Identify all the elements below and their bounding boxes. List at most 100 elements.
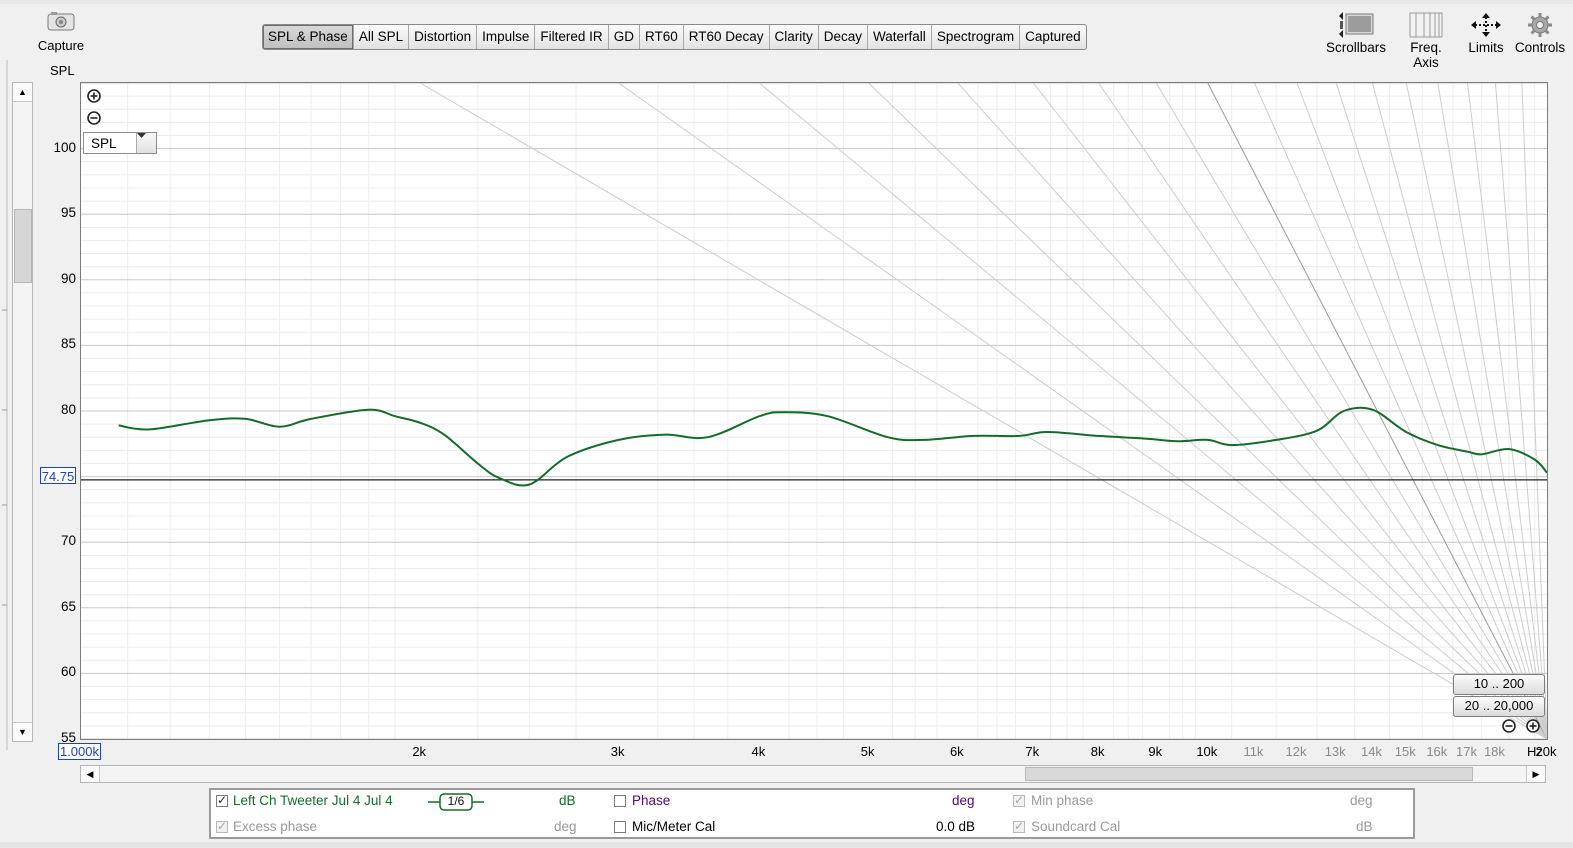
tab-spl-phase[interactable]: SPL & Phase (263, 25, 354, 49)
gear-icon (1514, 10, 1566, 40)
tab-impulse[interactable]: Impulse (477, 25, 536, 49)
tab-spectrogram[interactable]: Spectrogram (932, 25, 1021, 49)
scrollbars-icon (1326, 10, 1386, 40)
excess-phase-unit: deg (554, 819, 577, 834)
scroll-up-arrow-icon[interactable]: ▲ (13, 83, 32, 102)
x-tick-label: 4k (751, 744, 766, 759)
x-tick-label: 8k (1090, 744, 1105, 759)
zoom-in-icon[interactable] (87, 89, 101, 103)
camera-icon (46, 10, 76, 32)
y-tick-label: 70 (60, 533, 76, 549)
x-tick-label: 9k (1148, 744, 1163, 759)
cursor-spl-readout: 74.75 (40, 467, 76, 484)
mic-cal-checkbox[interactable] (614, 821, 626, 833)
y-tick-label: 60 (60, 664, 76, 680)
soundcard-cal-checkbox[interactable] (1013, 819, 1025, 833)
scroll-down-arrow-icon[interactable]: ▼ (13, 722, 32, 741)
trace-visible-checkbox[interactable] (216, 793, 228, 807)
x-tick-label: 11k (1243, 744, 1264, 759)
tab-rt60[interactable]: RT60 (640, 25, 684, 49)
excess-phase-checkbox[interactable] (216, 819, 228, 833)
x-zoom-out-icon[interactable] (1502, 719, 1516, 733)
trace-unit: dB (559, 793, 576, 808)
vertical-scrollbar[interactable]: ▲ ▼ (12, 82, 33, 742)
controls-label: Controls (1514, 40, 1566, 55)
trace-name[interactable]: Left Ch Tweeter Jul 4 Jul 4 (233, 793, 393, 808)
tab-all-spl[interactable]: All SPL (354, 25, 410, 49)
trace-type-value: SPL (91, 136, 117, 151)
trace-legend-panel: Left Ch Tweeter Jul 4 Jul 4 1/6 dB Phase… (209, 788, 1415, 839)
freq-axis-label: Freq. Axis (1410, 40, 1442, 70)
y-tick-label: 80 (60, 402, 76, 417)
x-axis-unit: Hz (1527, 744, 1543, 759)
x-tick-label: 18k (1483, 744, 1505, 759)
y-tick-label: 95 (60, 205, 76, 221)
zoom-out-icon[interactable] (87, 111, 101, 125)
phase-unit: deg (952, 793, 975, 808)
tab-gd[interactable]: GD (609, 25, 640, 49)
phase-checkbox[interactable] (614, 795, 626, 807)
phase-label: Phase (632, 793, 671, 808)
scrollbars-button[interactable]: Scrollbars (1326, 10, 1386, 55)
y-tick-label: 65 (60, 598, 76, 614)
soundcard-cal-unit: dB (1356, 819, 1373, 834)
title-bar-remnant (0, 0, 1573, 4)
scroll-right-arrow-icon[interactable]: ▶ (1526, 766, 1545, 782)
x-tick-label: 10k (1196, 744, 1218, 759)
tab-captured[interactable]: Captured (1020, 25, 1086, 49)
horizontal-scroll-thumb[interactable] (1025, 767, 1473, 781)
tab-clarity[interactable]: Clarity (770, 25, 819, 49)
left-edge-strip (2, 60, 8, 750)
tab-rt60-decay[interactable]: RT60 Decay (684, 25, 770, 49)
graph-tabs: SPL & Phase All SPL Distortion Impulse Filte… (262, 24, 1087, 50)
y-tick-label: 85 (60, 336, 76, 352)
limits-label: Limits (1468, 40, 1504, 55)
chevron-down-icon[interactable] (136, 133, 156, 153)
capture-label: Capture (37, 38, 85, 53)
x-tick-label: 14k (1360, 744, 1382, 759)
scroll-left-arrow-icon[interactable]: ◀ (81, 766, 100, 782)
x-tick-label: 5k (860, 744, 875, 759)
vertical-scroll-thumb[interactable] (14, 209, 32, 283)
x-tick-label: 3k (610, 744, 625, 759)
freq-axis-button[interactable]: Freq. Axis (1396, 10, 1456, 70)
capture-button[interactable]: Capture (30, 10, 92, 53)
x-tick-label: 6k (949, 744, 964, 759)
scrollbars-label: Scrollbars (1326, 40, 1387, 55)
x-tick-label: 2k (412, 744, 427, 759)
mic-cal-label: Mic/Meter Cal (632, 819, 716, 834)
excess-phase-label: Excess phase (233, 819, 318, 834)
min-phase-label: Min phase (1031, 793, 1094, 808)
range-20-20000-button[interactable]: 20 .. 20,000 (1453, 696, 1545, 717)
spl-chart (81, 83, 1547, 739)
tab-decay[interactable]: Decay (819, 25, 869, 49)
x-tick-label: 7k (1025, 744, 1040, 759)
trace-type-select[interactable]: SPL (83, 132, 157, 154)
range-10-200-button[interactable]: 10 .. 200 (1453, 674, 1545, 695)
min-phase-unit: deg (1350, 793, 1373, 808)
min-phase-checkbox[interactable] (1013, 793, 1025, 807)
x-tick-label: 17k (1455, 744, 1477, 759)
spl-plot-area[interactable]: SPL 10 .. 200 20 .. 20,000 (80, 82, 1548, 740)
x-zoom-in-icon[interactable] (1526, 719, 1540, 733)
controls-button[interactable]: Controls (1514, 10, 1566, 55)
x-tick-label: 12k (1285, 744, 1307, 759)
tab-waterfall[interactable]: Waterfall (868, 25, 932, 49)
smoothing-control[interactable]: 1/6 (428, 792, 484, 812)
tab-distortion[interactable]: Distortion (409, 25, 478, 49)
y-axis-title: SPL (50, 63, 75, 78)
x-axis-start-readout[interactable]: 1.000k (58, 743, 101, 760)
horizontal-scrollbar[interactable]: ◀ ▶ (80, 765, 1546, 783)
smoothing-value: 1/6 (447, 794, 465, 808)
spl-trace-line (118, 406, 1547, 487)
mic-cal-value: 0.0 dB (936, 819, 976, 834)
limits-button[interactable]: Limits (1464, 10, 1508, 55)
y-tick-label: 100 (53, 139, 76, 155)
x-tick-label: 16k (1426, 744, 1448, 759)
x-tick-label: 15k (1394, 744, 1416, 759)
soundcard-cal-label: Soundcard Cal (1031, 819, 1121, 834)
status-strip (0, 842, 1573, 848)
frequency-axis-icon (1396, 10, 1456, 40)
x-tick-label: 13k (1324, 744, 1346, 759)
tab-filtered-ir[interactable]: Filtered IR (535, 25, 609, 49)
